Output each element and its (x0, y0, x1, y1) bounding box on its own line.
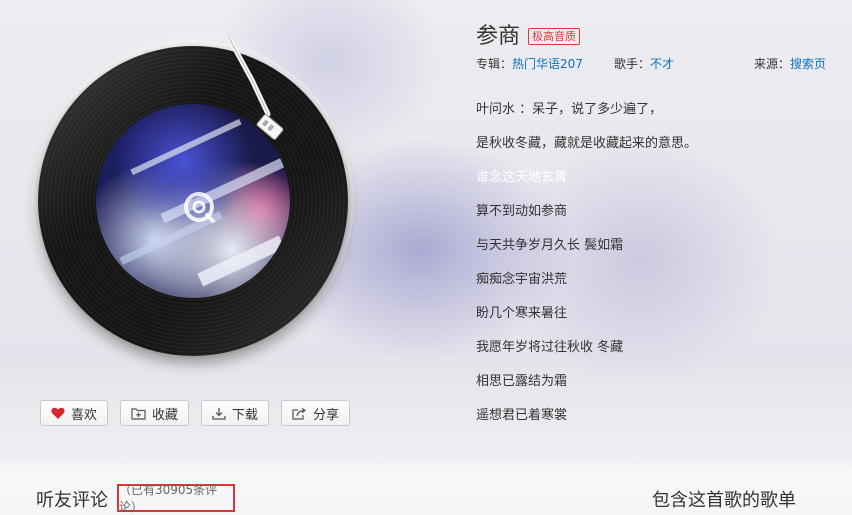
song-header: 参商 极高音质 (476, 18, 581, 50)
tonearm (225, 36, 284, 140)
download-label: 下载 (232, 407, 259, 423)
download-icon (212, 407, 226, 420)
singer-info: 歌手：不才 (614, 55, 674, 72)
music-logo-icon (184, 192, 215, 223)
lyric-line: 算不到动如参商 (476, 204, 568, 219)
song-actions: 喜欢 收藏 下载 分享 (40, 400, 351, 426)
share-button[interactable]: 分享 (281, 400, 351, 426)
source-info: 来源：搜索页 (754, 55, 826, 72)
lyric-line: 叶问水 ：呆子，说了多少遍了， (476, 102, 663, 117)
lyric-line: 我愿年岁将过往秋收 冬藏 (476, 340, 624, 355)
heart-icon (51, 407, 65, 419)
album-label: 专辑： (476, 57, 513, 71)
playlists-heading: 包含这首歌的歌单 (652, 490, 796, 511)
lyric-line: 谁念这天地玄黄 (476, 170, 568, 185)
collect-label: 收藏 (152, 407, 179, 423)
singer-link[interactable]: 不才 (650, 57, 674, 71)
album-info: 专辑：热门华语207 (476, 55, 583, 72)
lyric-line: 是秋收冬藏，藏就是收藏起来的意思。 (476, 136, 698, 151)
lyric-line: 相思已露结为霜 (476, 374, 568, 389)
add-folder-icon (131, 407, 146, 420)
lyric-line: 与天共争岁月久长 鬓如霜 (476, 238, 624, 253)
vinyl-player (32, 36, 354, 362)
quality-badge: 极高音质 (528, 27, 581, 45)
source-link[interactable]: 搜索页 (790, 57, 826, 71)
lyric-line: 痴痴念宇宙洪荒 (476, 272, 568, 287)
share-icon (292, 407, 307, 420)
singer-label: 歌手： (614, 57, 651, 71)
lyric-line: 遥想君已着寒裳 (476, 408, 568, 423)
like-label: 喜欢 (71, 407, 98, 423)
lyrics-panel[interactable]: 叶问水 ：呆子，说了多少遍了， 是秋收冬藏，藏就是收藏起来的意思。 谁念这天地玄… (476, 100, 697, 440)
album-link[interactable]: 热门华语207 (512, 57, 583, 71)
comments-heading: 听友评论 (36, 490, 108, 511)
download-button[interactable]: 下载 (201, 400, 270, 426)
comment-count[interactable]: （已有30905条评论） (117, 483, 235, 514)
source-label: 来源： (754, 57, 791, 71)
share-label: 分享 (313, 407, 340, 423)
lyric-line: 盼几个寒来暑往 (476, 306, 568, 321)
song-title: 参商 (476, 24, 521, 49)
collect-button[interactable]: 收藏 (120, 400, 190, 426)
like-button[interactable]: 喜欢 (40, 400, 109, 426)
